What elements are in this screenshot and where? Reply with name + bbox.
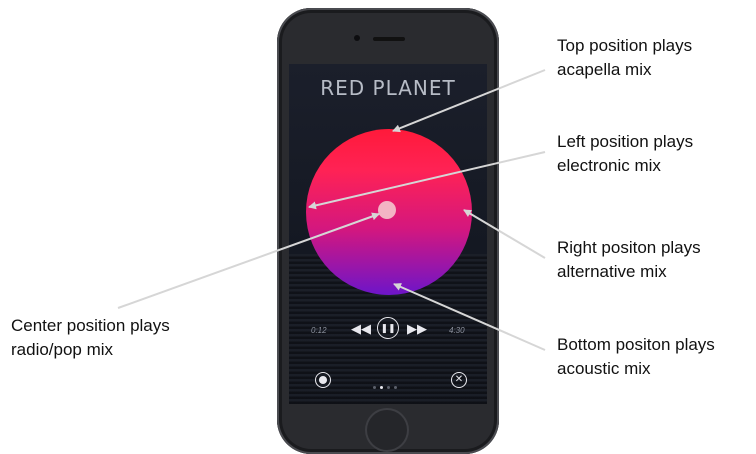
arrow-bottom xyxy=(393,283,546,351)
annotation-left-line-2: electronic mix xyxy=(557,156,661,175)
annotation-top-line-1: Top position plays xyxy=(557,36,693,55)
arrow-top xyxy=(392,69,546,133)
annotation-left: Left position plays electronic mix xyxy=(557,130,693,178)
center-position-marker[interactable] xyxy=(378,201,396,219)
annotation-right-line-1: Right positon plays xyxy=(557,238,701,257)
arrow-center xyxy=(117,212,380,309)
annotation-left-line-1: Left position plays xyxy=(557,132,694,151)
annotation-top: Top position plays acapella mix xyxy=(557,34,692,82)
arrow-left xyxy=(308,151,546,210)
annotation-bottom-line-2: acoustic mix xyxy=(557,359,651,378)
annotation-bottom: Bottom positon plays acoustic mix xyxy=(557,333,715,381)
arrow-right xyxy=(463,209,546,259)
annotation-right-line-2: alternative mix xyxy=(557,262,667,281)
annotation-bottom-line-1: Bottom positon plays xyxy=(557,335,715,354)
annotation-center-line-1: Center position plays xyxy=(11,316,170,335)
annotation-top-line-2: acapella mix xyxy=(557,60,652,79)
annotation-center-line-2: radio/pop mix xyxy=(11,340,114,359)
annotation-right: Right positon plays alternative mix xyxy=(557,236,701,284)
annotation-center: Center position plays radio/pop mix xyxy=(11,314,170,362)
